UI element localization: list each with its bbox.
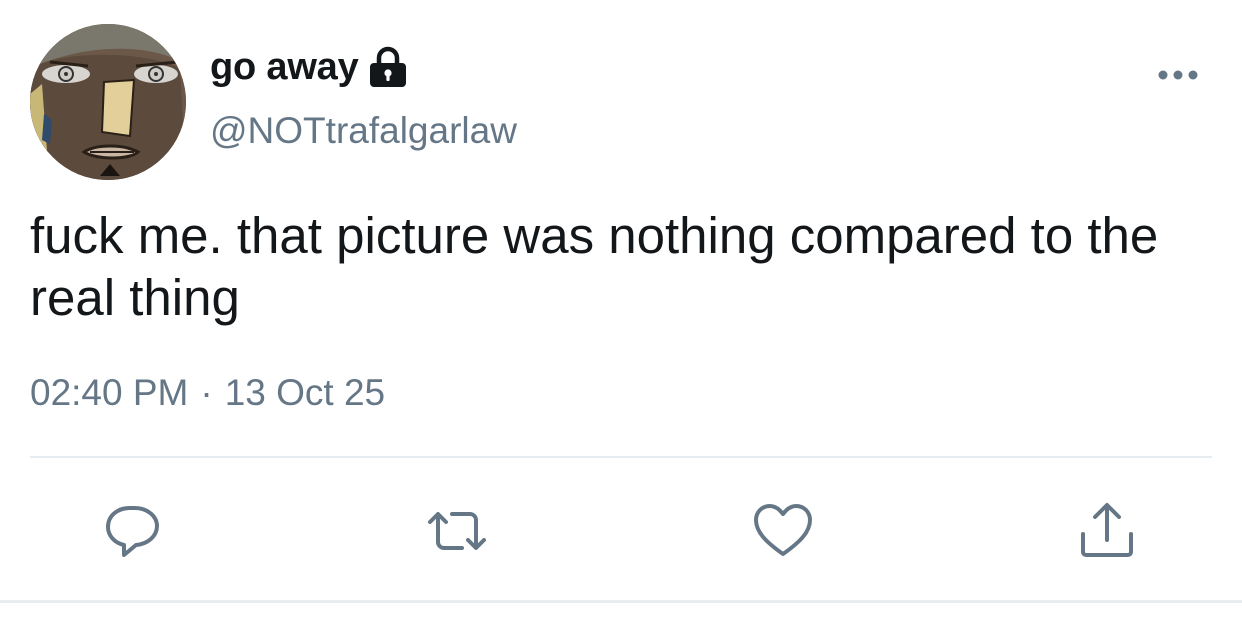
author-name-row: go away [210,42,408,92]
like-button[interactable] [752,500,814,562]
divider [30,456,1212,458]
timestamp-separator: · [200,372,213,413]
retweet-button[interactable] [426,500,488,562]
reply-icon [106,506,159,557]
bottom-divider [0,600,1242,603]
tweet-time: 02:40 PM [30,372,189,413]
lock-icon [368,46,408,88]
avatar[interactable] [30,24,186,180]
retweet-icon [428,512,486,550]
heart-icon [754,504,812,556]
more-options-icon[interactable] [1155,62,1201,88]
author-handle[interactable]: @NOTtrafalgarlaw [210,110,517,152]
action-bar [0,500,1242,562]
tweet-timestamp[interactable]: 02:40 PM · 13 Oct 25 [30,372,385,414]
tweet-text: fuck me. that picture was nothing compar… [30,207,1173,326]
reply-button[interactable] [102,500,164,562]
share-button[interactable] [1076,500,1138,562]
share-icon [1081,503,1133,557]
tweet-date: 13 Oct 25 [224,372,386,413]
display-name[interactable]: go away [210,46,359,89]
